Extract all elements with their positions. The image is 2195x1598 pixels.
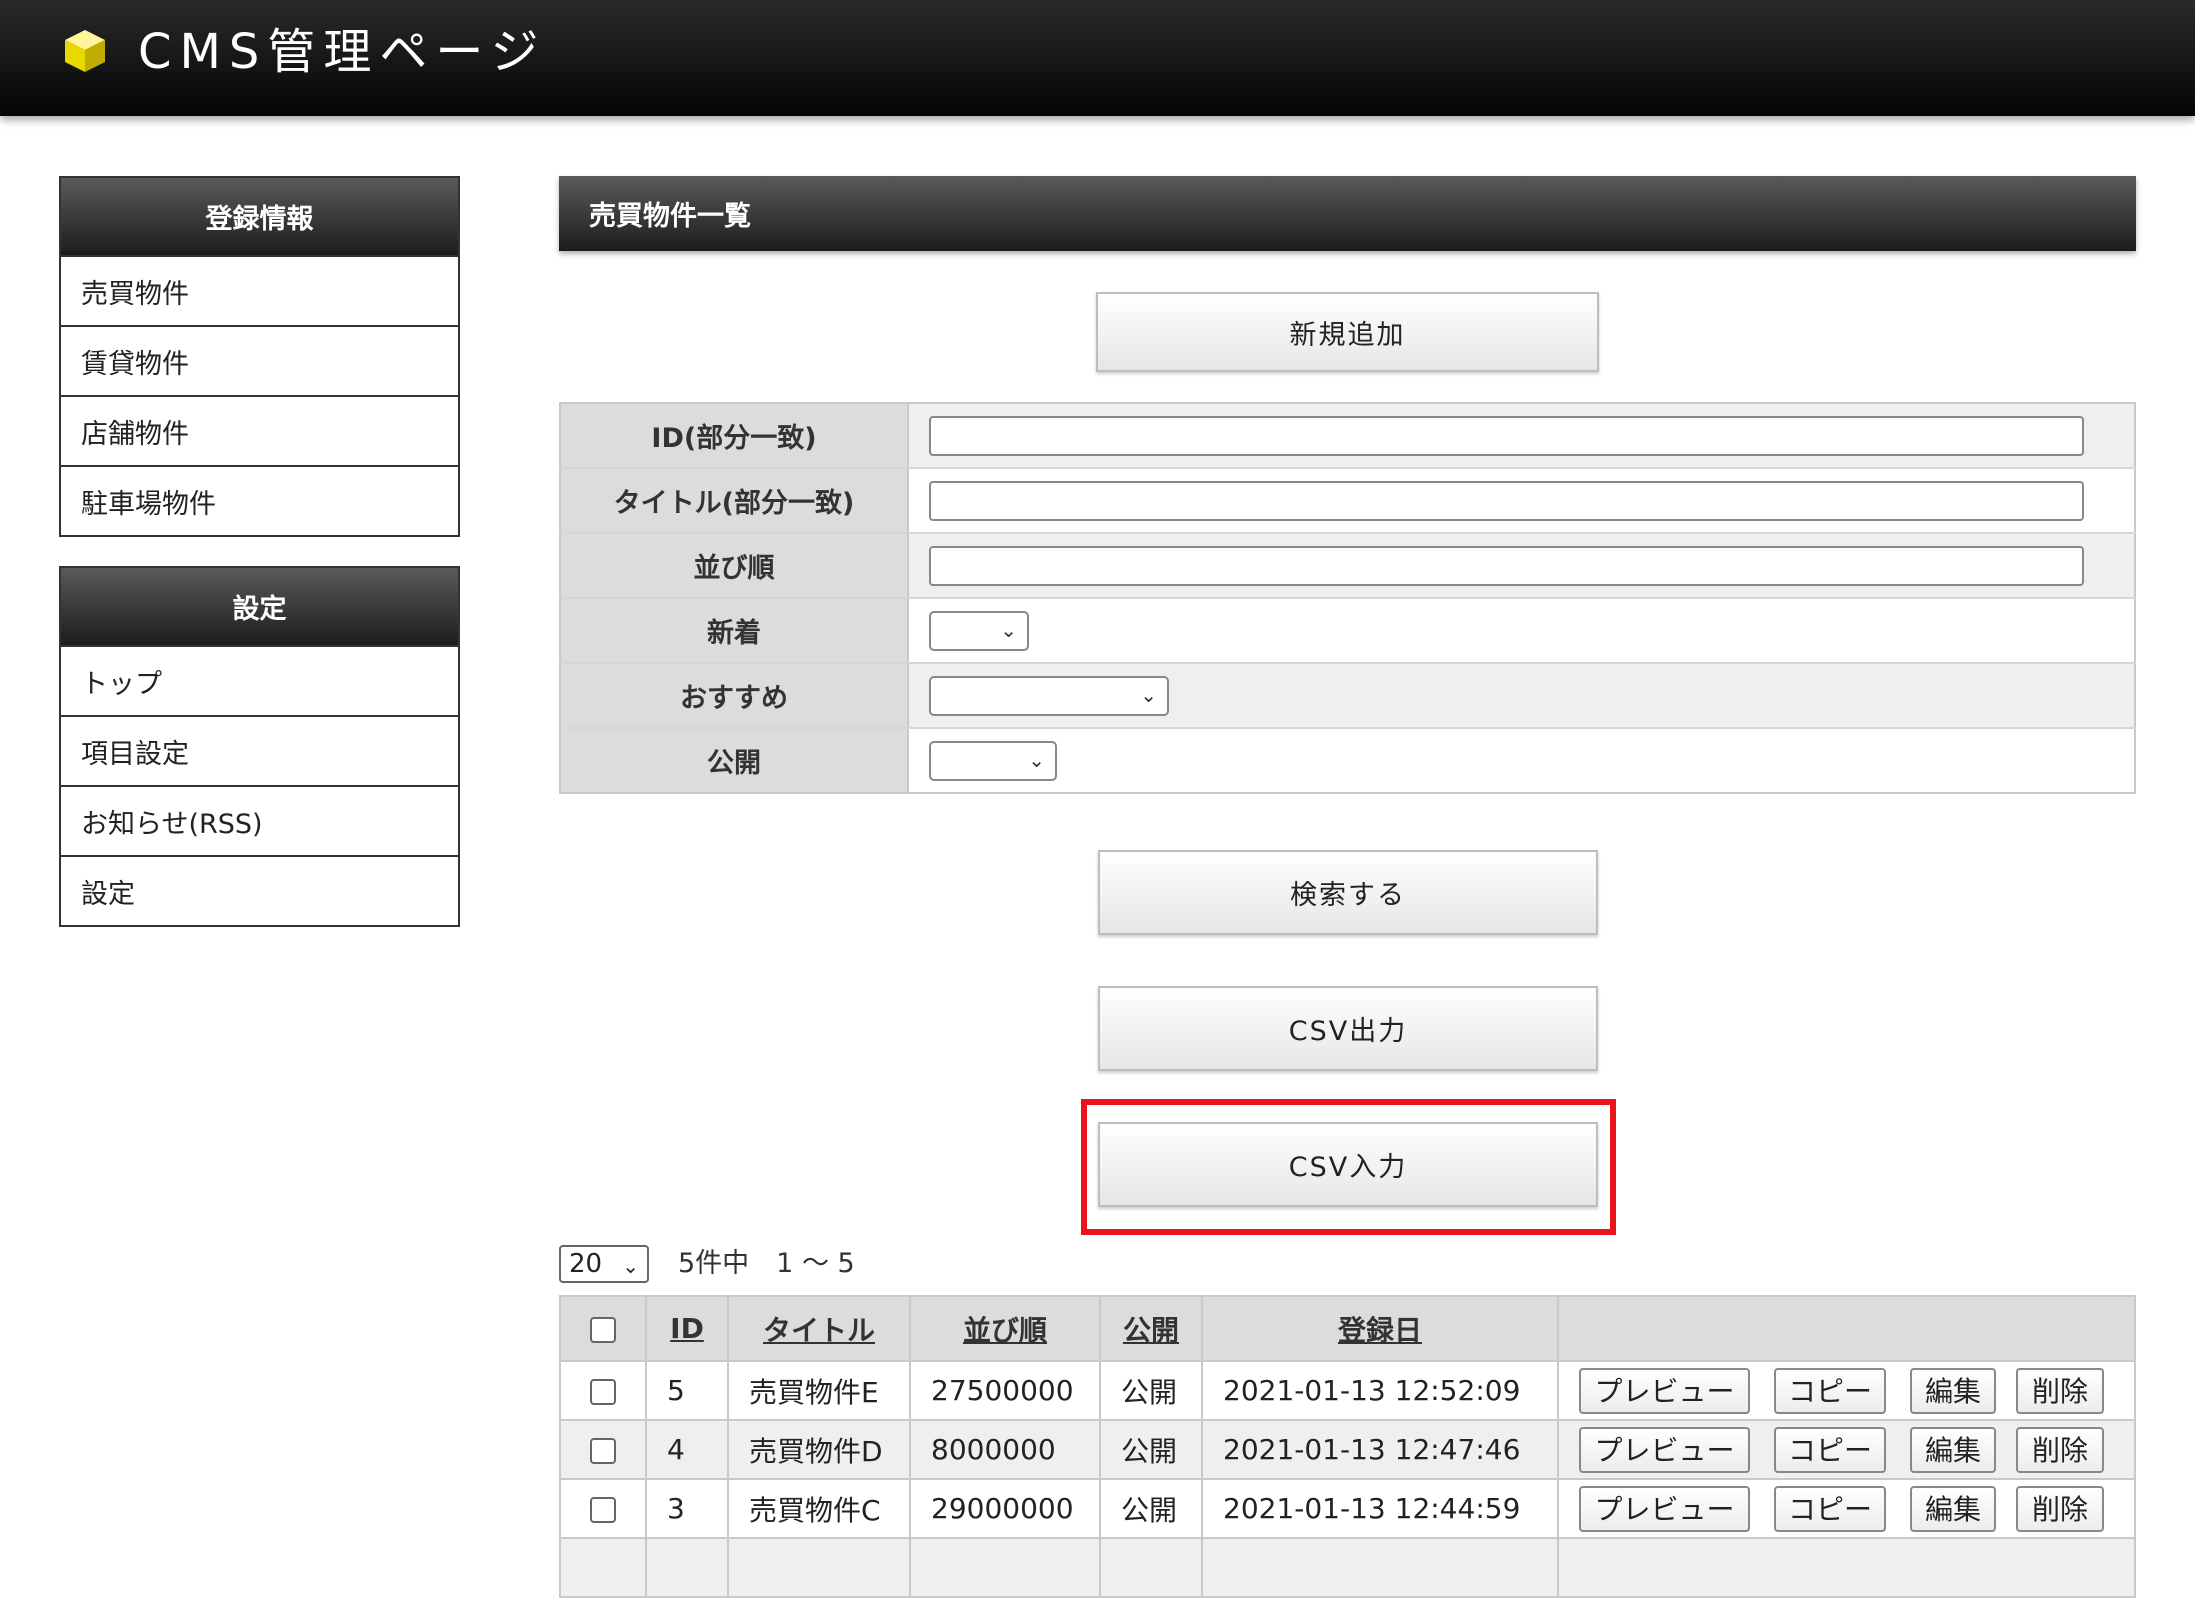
row-title: 売買物件D: [728, 1419, 911, 1479]
id-input[interactable]: [929, 415, 2084, 456]
public-select[interactable]: ⌄: [929, 740, 1057, 781]
row-date: 2021-01-13 12:52:09: [1202, 1360, 1559, 1420]
row-title: 売買物件C: [728, 1478, 911, 1538]
select-all-header: [560, 1296, 647, 1361]
order-input[interactable]: [929, 545, 2084, 586]
preview-button[interactable]: プレビュー: [1579, 1426, 1750, 1473]
search-form: ID(部分一致) タイトル(部分一致) 並び順 新着 ⌄ おすすめ ⌄ 公開 ⌄: [559, 402, 2136, 794]
row-id: 4: [646, 1419, 729, 1479]
row-id: 3: [646, 1478, 729, 1538]
app-header: CMS管理ページ: [0, 0, 2195, 116]
column-header-actions: [1558, 1296, 2136, 1361]
field-label-public: 公開: [560, 728, 909, 793]
table-row: 4 売買物件D 8000000 公開 2021-01-13 12:47:46 プ…: [560, 1419, 2136, 1479]
edit-button[interactable]: 編集: [1910, 1485, 1996, 1532]
chevron-down-icon: ⌄: [1028, 747, 1045, 772]
copy-button[interactable]: コピー: [1774, 1426, 1886, 1473]
add-new-button[interactable]: 新規追加: [1096, 292, 1599, 372]
sidebar-heading: 設定: [61, 568, 458, 645]
sidebar-item-news-rss[interactable]: お知らせ(RSS): [61, 785, 458, 855]
table-row: 3 売買物件C 29000000 公開 2021-01-13 12:44:59 …: [560, 1478, 2136, 1538]
field-label-title: タイトル(部分一致): [560, 468, 909, 534]
row-checkbox[interactable]: [590, 1438, 616, 1464]
sidebar-section-registration: 登録情報 売買物件 賃貸物件 店舗物件 駐車場物件: [59, 176, 460, 537]
copy-button[interactable]: コピー: [1774, 1485, 1886, 1532]
pager-summary: 5件中 1 ～ 5: [678, 1248, 855, 1279]
recommended-select[interactable]: ⌄: [929, 675, 1169, 716]
preview-button[interactable]: プレビュー: [1579, 1367, 1750, 1414]
new-select[interactable]: ⌄: [929, 610, 1029, 651]
delete-button[interactable]: 削除: [2016, 1367, 2104, 1414]
row-status: 公開: [1100, 1478, 1203, 1538]
row-id: 5: [646, 1360, 729, 1420]
field-label-recommended: おすすめ: [560, 663, 909, 729]
chevron-down-icon: ⌄: [1140, 682, 1157, 707]
row-status: 公開: [1100, 1419, 1203, 1479]
column-header-id[interactable]: ID: [646, 1296, 729, 1361]
edit-button[interactable]: 編集: [1910, 1367, 1996, 1414]
row-date: 2021-01-13 12:44:59: [1202, 1478, 1559, 1538]
per-page-select[interactable]: 20 ⌄: [559, 1245, 649, 1283]
cube-logo-icon: [65, 30, 105, 72]
edit-button[interactable]: 編集: [1910, 1426, 1996, 1473]
column-header-date[interactable]: 登録日: [1202, 1296, 1559, 1361]
field-label-order: 並び順: [560, 533, 909, 599]
chevron-down-icon: ⌄: [1000, 617, 1017, 642]
row-order: 29000000: [910, 1478, 1101, 1538]
chevron-down-icon: ⌄: [622, 1254, 639, 1278]
column-header-order[interactable]: 並び順: [910, 1296, 1101, 1361]
sidebar-section-settings: 設定 トップ 項目設定 お知らせ(RSS) 設定: [59, 566, 460, 927]
column-header-public[interactable]: 公開: [1100, 1296, 1203, 1361]
sidebar-item-sale-property[interactable]: 売買物件: [61, 255, 458, 325]
row-status: 公開: [1100, 1360, 1203, 1420]
sidebar-item-rental-property[interactable]: 賃貸物件: [61, 325, 458, 395]
select-all-checkbox[interactable]: [590, 1317, 616, 1343]
row-date: 2021-01-13 12:47:46: [1202, 1419, 1559, 1479]
row-order: 27500000: [910, 1360, 1101, 1420]
sidebar-item-store-property[interactable]: 店舗物件: [61, 395, 458, 465]
copy-button[interactable]: コピー: [1774, 1367, 1886, 1414]
search-button[interactable]: 検索する: [1098, 850, 1598, 935]
delete-button[interactable]: 削除: [2016, 1485, 2104, 1532]
table-row: 5 売買物件E 27500000 公開 2021-01-13 12:52:09 …: [560, 1360, 2136, 1420]
sidebar-item-settings[interactable]: 設定: [61, 855, 458, 925]
column-header-title[interactable]: タイトル: [728, 1296, 911, 1361]
results-table: ID タイトル 並び順 公開 登録日 5 売買物件E 27500000 公開 2…: [559, 1295, 2136, 1598]
row-order: 8000000: [910, 1419, 1101, 1479]
sidebar-item-field-settings[interactable]: 項目設定: [61, 715, 458, 785]
sidebar-item-top[interactable]: トップ: [61, 645, 458, 715]
field-label-new: 新着: [560, 598, 909, 664]
field-label-id: ID(部分一致): [560, 403, 909, 469]
csv-import-button[interactable]: CSV入力: [1098, 1122, 1598, 1207]
delete-button[interactable]: 削除: [2016, 1426, 2104, 1473]
title-input[interactable]: [929, 480, 2084, 521]
row-checkbox[interactable]: [590, 1379, 616, 1405]
row-title: 売買物件E: [728, 1360, 911, 1420]
per-page-value: 20: [569, 1249, 603, 1279]
page-title: 売買物件一覧: [559, 176, 2136, 251]
preview-button[interactable]: プレビュー: [1579, 1485, 1750, 1532]
app-title: CMS管理ページ: [138, 24, 547, 80]
csv-export-button[interactable]: CSV出力: [1098, 986, 1598, 1071]
sidebar-item-parking-property[interactable]: 駐車場物件: [61, 465, 458, 535]
sidebar-heading: 登録情報: [61, 178, 458, 255]
table-row: [560, 1537, 2136, 1597]
row-checkbox[interactable]: [590, 1497, 616, 1523]
